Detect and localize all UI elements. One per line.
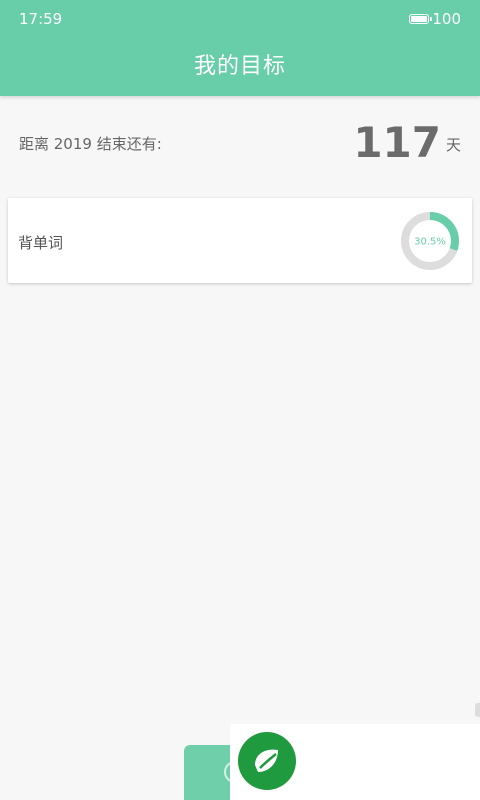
watermark-logo	[230, 724, 480, 800]
goal-card[interactable]: 背单词 30.5%	[8, 198, 472, 283]
status-time: 17:59	[19, 10, 63, 28]
goal-progress-label: 30.5%	[414, 237, 446, 248]
countdown-days: 117	[353, 118, 441, 167]
goal-name: 背单词	[18, 234, 64, 252]
battery-level: 100	[432, 10, 461, 28]
goal-progress-ring: 30.5%	[401, 212, 459, 270]
year-countdown: 距离 2019 结束还有: 117 天	[19, 118, 461, 168]
scroll-handle[interactable]	[475, 703, 480, 717]
page-title: 我的目标	[193, 54, 286, 79]
status-battery: 100	[409, 10, 461, 28]
countdown-unit: 天	[445, 136, 461, 154]
countdown-label: 距离 2019 结束还有:	[19, 135, 162, 153]
battery-icon	[409, 14, 433, 24]
leaf-logo-icon	[238, 732, 296, 790]
app-header: 17:59 100 我的目标	[0, 0, 480, 96]
